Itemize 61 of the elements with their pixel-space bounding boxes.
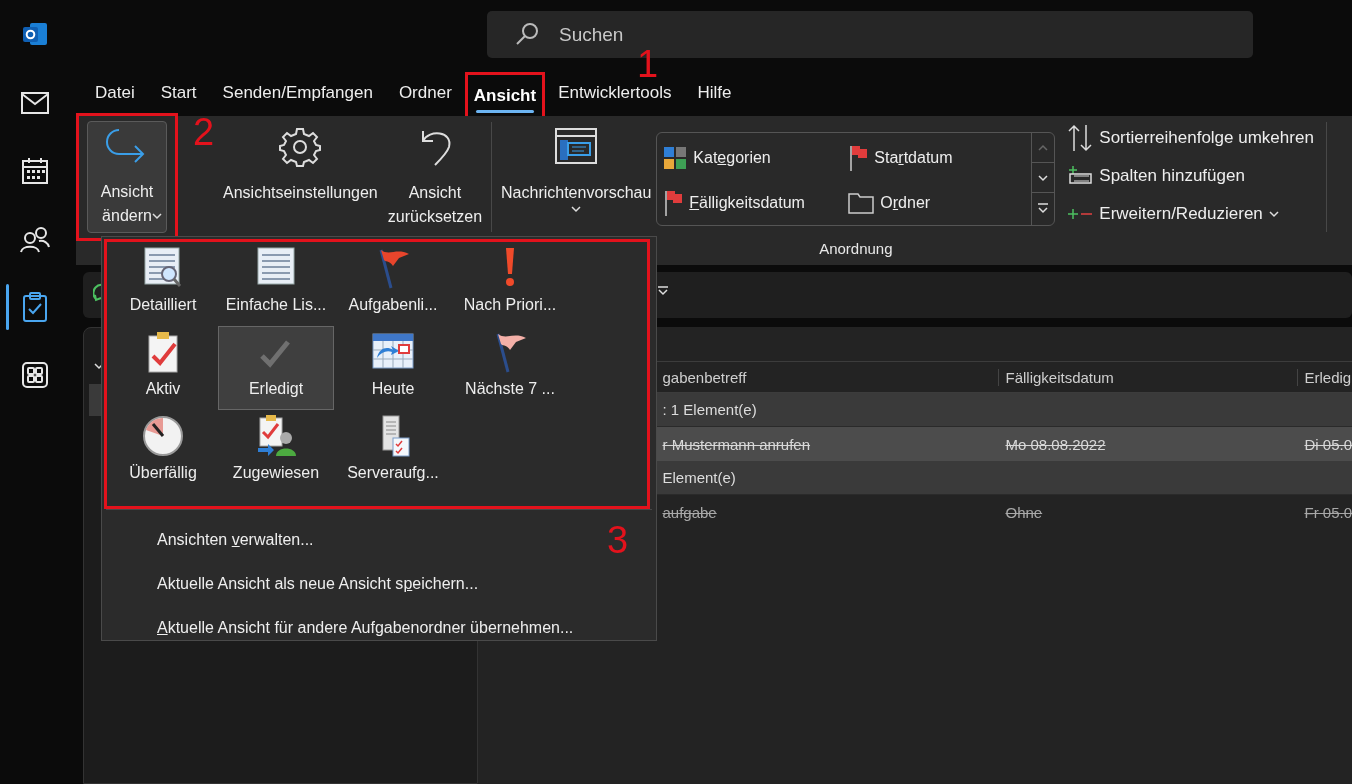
calendar-icon[interactable] [20,156,50,186]
table-cell-text: aufgabe [661,503,718,521]
settings-icon [278,127,323,167]
table-cell-text: Ohne [1004,503,1044,521]
chevron-icon[interactable] [94,362,104,372]
apps-icon[interactable] [20,360,50,390]
selection-bar [6,284,9,330]
column-header[interactable]: Fälligkeitsdatum [998,368,1298,386]
ribbon-button[interactable]: Sortierreihenfolge umkehren [1067,122,1314,154]
plus-minus-icon [1067,207,1094,221]
flag-icon [663,188,684,217]
table-cell-text: r Mustermann anrufen [661,435,812,453]
ribbon-button[interactable]: Ansicht zurücksetzen [382,122,488,234]
view-option[interactable]: Aktiv [108,326,218,410]
menu-tab[interactable]: Datei [82,77,148,111]
menu-item[interactable]: Aktuelle Ansicht als neue Ansicht speichern... [102,562,479,606]
view-option[interactable]: Erledigt [218,326,334,410]
categories-icon [663,145,688,170]
caret-up-icon [1038,143,1049,152]
folder-icon [848,191,875,214]
table-cell-text: Fr 05.0 [1303,503,1352,521]
preview-pane-icon [554,127,599,167]
arrangement-option[interactable]: Ordner [846,180,1032,225]
view-option[interactable]: Aufgabenli... [334,242,452,326]
ribbon-button[interactable]: Ansichtseinstellungen [218,122,383,210]
ribbon-button[interactable]: Erweitern/Reduzieren [1067,198,1314,230]
menu-tab[interactable]: Senden/Empfangen [209,77,386,111]
flag-icon [848,143,869,172]
view-option[interactable]: Heute [334,326,452,410]
view-option[interactable]: Einfache Lis... [218,242,334,326]
menu-item[interactable]: Aktuelle Ansicht für andere Aufgabenordner übernehmen... [102,606,574,650]
view-option[interactable]: Detailliert [108,242,218,326]
dropdown-caret-icon[interactable] [657,286,669,296]
menu-tab[interactable]: Hilfe [684,77,745,111]
menu-item[interactable]: Ansichten verwalten... [102,518,314,562]
people-icon[interactable] [20,224,50,254]
caret-icon [1038,173,1049,182]
ribbon-button[interactable]: Spalten hinzufügen [1067,160,1314,192]
arrangement-option[interactable]: Fälligkeitsdatum [661,180,847,225]
search-icon [515,22,539,46]
view-option[interactable]: Überfällig [108,410,218,494]
expand-gallery-icon [1037,202,1050,214]
arrangement-option[interactable]: Startdatum [846,135,1032,180]
arrangement-option[interactable]: Kategorien [661,135,847,180]
menu-tab[interactable]: Ansicht [467,80,543,114]
add-column-icon [1067,165,1094,187]
menu-tab[interactable]: Ordner [385,77,465,111]
ribbon-button[interactable]: Nachrichtenvorschau [496,122,657,218]
annotation-number: 2 [193,112,215,152]
column-header[interactable]: Erledig [1297,368,1352,386]
ribbon-button[interactable]: Ansicht ändern [87,121,167,233]
annotation-number: 3 [607,520,629,560]
view-option[interactable]: Nach Priori... [452,242,568,326]
table-cell-text: Di 05.0 [1303,435,1352,453]
view-option[interactable]: Zugewiesen [218,410,334,494]
view-option[interactable]: Serveraufg... [334,410,452,494]
sort-arrows-icon [1067,124,1094,152]
group-label: Anordnung [819,240,893,257]
menu-tab[interactable]: Start [147,77,210,111]
table-cell-text: Mo 08.08.2022 [1004,435,1107,453]
clipboard-check-icon[interactable] [20,292,50,322]
